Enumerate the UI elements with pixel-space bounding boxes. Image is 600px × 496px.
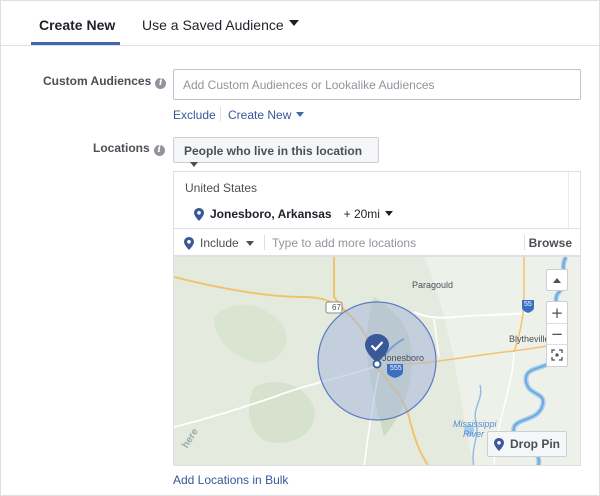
create-new-link-label: Create New xyxy=(228,108,292,122)
zoom-in-button[interactable]: + xyxy=(547,302,567,323)
active-tab-underline xyxy=(31,42,120,45)
audience-tabs: Create New Use a Saved Audience xyxy=(1,1,599,46)
tab-create-new-label: Create New xyxy=(39,17,116,33)
tab-create-new[interactable]: Create New xyxy=(39,17,115,33)
custom-audiences-label-text: Custom Audiences xyxy=(43,74,152,88)
browse-button[interactable]: Browse xyxy=(529,236,572,250)
divider xyxy=(264,235,265,250)
map-pin-icon xyxy=(194,207,204,221)
recenter-icon xyxy=(551,349,563,361)
link-divider xyxy=(220,107,221,121)
location-search-input[interactable] xyxy=(272,234,512,252)
map-label-paragould: Paragould xyxy=(412,280,454,290)
map-pin-icon xyxy=(494,437,504,451)
recenter-button[interactable] xyxy=(547,344,567,365)
map-zoom-controls: + − xyxy=(546,301,568,367)
tab-saved-audience-label: Use a Saved Audience xyxy=(142,17,284,33)
zoom-out-button[interactable]: − xyxy=(547,323,567,344)
add-locations-bulk-link[interactable]: Add Locations in Bulk xyxy=(173,473,288,487)
include-label: Include xyxy=(200,236,239,250)
caret-down-icon xyxy=(296,112,305,118)
drop-pin-label: Drop Pin xyxy=(510,437,560,451)
location-item: Jonesboro, Arkansas + 20mi xyxy=(194,206,393,222)
chevron-up-icon xyxy=(553,277,561,283)
map-label-blytheville: Blytheville xyxy=(509,334,550,344)
hwy-55-label: 55 xyxy=(524,301,532,308)
tab-saved-audience[interactable]: Use a Saved Audience xyxy=(142,17,299,33)
caret-down-icon xyxy=(190,162,198,168)
caret-down-icon xyxy=(245,240,254,246)
location-search-row: Include Browse xyxy=(173,228,581,256)
custom-audiences-input[interactable] xyxy=(173,69,581,100)
locations-label: Locations i xyxy=(93,141,165,156)
map-label-river: River xyxy=(463,429,485,439)
audience-panel: Create New Use a Saved Audience Custom A… xyxy=(0,0,600,496)
include-dropdown[interactable]: Include xyxy=(184,236,254,250)
location-city: Jonesboro, Arkansas xyxy=(210,207,332,221)
caret-down-icon xyxy=(384,211,393,217)
selected-locations-list: United States Jonesboro, Arkansas + 20mi xyxy=(173,171,581,229)
map-pin-icon xyxy=(184,236,194,250)
location-country: United States xyxy=(185,181,258,195)
list-scrollbar[interactable] xyxy=(568,172,580,229)
create-new-link[interactable]: Create New xyxy=(228,108,305,122)
radius-value: + 20mi xyxy=(343,207,380,221)
hwy-67-label: 67 xyxy=(332,303,341,312)
info-icon[interactable]: i xyxy=(153,145,165,156)
caret-down-icon xyxy=(288,20,299,27)
map-label-jonesboro: Jonesboro xyxy=(382,353,425,363)
custom-audiences-label: Custom Audiences i xyxy=(43,74,167,89)
radius-dropdown[interactable]: + 20mi xyxy=(344,207,393,221)
location-type-dropdown[interactable]: People who live in this location xyxy=(173,137,379,168)
drop-pin-button[interactable]: Drop Pin xyxy=(487,431,567,457)
map-collapse-button[interactable] xyxy=(546,269,568,291)
map-label-mississippi: Mississippi xyxy=(453,419,497,429)
location-map[interactable]: 67 555 55 Paragould Jonesboro Blythevill… xyxy=(173,256,581,466)
locations-label-text: Locations xyxy=(93,141,150,155)
hwy-555-label: 555 xyxy=(390,365,402,372)
info-icon[interactable]: i xyxy=(155,78,167,89)
location-type-value: People who live in this location xyxy=(184,144,363,158)
divider xyxy=(524,235,525,250)
exclude-link[interactable]: Exclude xyxy=(173,108,216,122)
